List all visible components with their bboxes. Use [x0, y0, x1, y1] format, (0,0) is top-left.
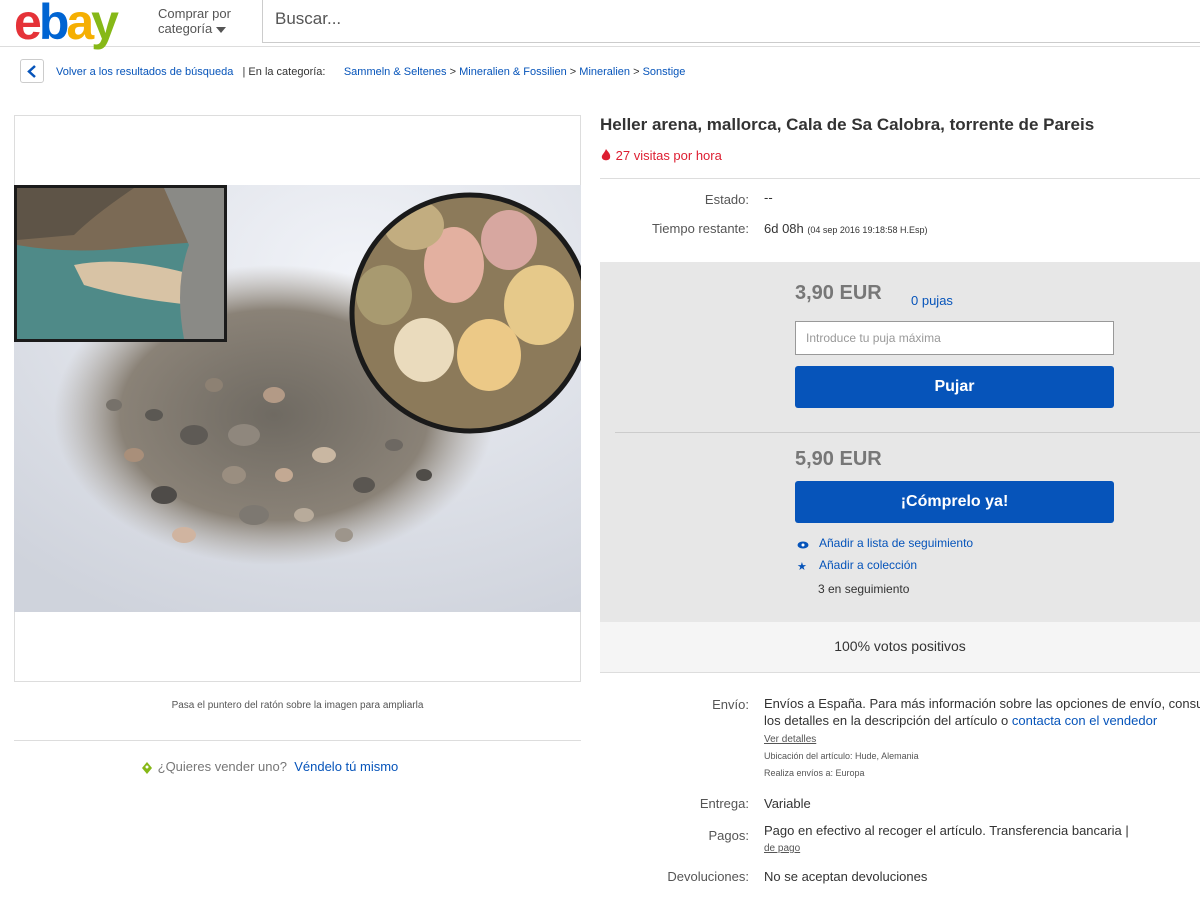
divider	[615, 432, 1200, 433]
flame-icon	[601, 149, 611, 161]
add-to-collection-link[interactable]: Añadir a colección	[819, 558, 917, 572]
views-text: 27 visitas por hora	[615, 148, 722, 163]
eye-icon	[797, 540, 809, 552]
shipping-line1: Envíos a España. Para más información so…	[764, 696, 1200, 711]
time-left-detail: (04 sep 2016 19:18:58 H.Esp)	[807, 225, 928, 235]
header: ebay Comprar por categoría Buscar...	[0, 0, 1200, 50]
breadcrumb-item-mineralien-fossilien[interactable]: Mineralien & Fossilien	[459, 66, 567, 78]
sell-one-row: ¿Quieres vender uno? Véndelo tú mismo	[140, 759, 398, 775]
back-to-results-link[interactable]: Volver a los resultados de búsqueda	[56, 66, 233, 78]
see-details-link[interactable]: Ver detalles	[764, 734, 816, 745]
search-input[interactable]: Buscar...	[262, 0, 1200, 43]
back-button[interactable]	[20, 59, 44, 83]
chevron-down-icon	[216, 26, 227, 33]
breadcrumb-separator: >	[633, 66, 640, 78]
ships-to: Realiza envíos a: Europa	[764, 768, 865, 778]
category-label-line1: Comprar por	[158, 6, 231, 21]
shipping-info: Envíos a España. Para más información so…	[764, 695, 1200, 782]
delivery-value: Variable	[764, 796, 811, 811]
payment-details-link[interactable]: de pago	[764, 843, 800, 854]
sell-it-yourself-link[interactable]: Véndelo tú mismo	[294, 759, 398, 774]
in-category-label: | En la categoría:	[242, 66, 326, 78]
condition-label: Estado:	[704, 192, 749, 207]
tag-icon	[142, 761, 152, 774]
breadcrumb-item-sonstige[interactable]: Sonstige	[643, 66, 686, 78]
search-placeholder: Buscar...	[275, 9, 342, 28]
breadcrumb-separator: >	[569, 66, 577, 78]
max-bid-input[interactable]: Introduce tu puja máxima	[795, 321, 1114, 355]
seller-feedback: 100% votos positivos	[600, 622, 1200, 673]
divider	[14, 740, 581, 741]
logo-letter-e: e	[14, 0, 42, 50]
time-left-value: 6d 08h (04 sep 2016 19:18:58 H.Esp)	[764, 221, 927, 236]
breadcrumb-separator: >	[449, 66, 457, 78]
payments-value: Pago en efectivo al recoger el artículo.…	[764, 823, 1129, 838]
divider	[600, 178, 1200, 179]
logo-letter-b: b	[38, 0, 69, 50]
hover-zoom-caption: Pasa el puntero del ratón sobre la image…	[171, 700, 424, 711]
buy-now-button[interactable]: ¡Cómprelo ya!	[795, 481, 1114, 523]
ebay-logo[interactable]: ebay	[14, 0, 119, 50]
add-to-watchlist-link[interactable]: Añadir a lista de seguimiento	[819, 536, 973, 550]
sell-question: ¿Quieres vender uno?	[157, 759, 287, 774]
current-bid-price: 3,90 EUR	[795, 282, 882, 304]
payments-label: Pagos:	[708, 828, 749, 843]
item-title: Heller arena, mallorca, Cala de Sa Calob…	[600, 115, 1095, 134]
watchers-count: 3 en seguimiento	[818, 582, 910, 596]
buy-now-price: 5,90 EUR	[795, 448, 882, 470]
time-left-label: Tiempo restante:	[651, 221, 749, 236]
shipping-label: Envío:	[712, 697, 749, 712]
bid-button[interactable]: Pujar	[795, 366, 1114, 408]
breadcrumb-item-mineralien[interactable]: Mineralien	[579, 66, 630, 78]
chevron-left-icon	[27, 65, 36, 78]
bid-placeholder: Introduce tu puja máxima	[806, 331, 941, 345]
logo-letter-y: y	[91, 0, 119, 50]
contact-seller-link[interactable]: contacta con el vendedor	[1012, 713, 1157, 728]
views-per-hour: 27 visitas por hora	[600, 148, 722, 163]
breadcrumb-item-sammeln[interactable]: Sammeln & Seltenes	[344, 66, 447, 78]
category-label-line2: categoría	[158, 21, 213, 36]
shipping-line2: los detalles en la descripción del artíc…	[764, 713, 1009, 728]
bid-count-link[interactable]: 0 pujas	[911, 293, 953, 308]
condition-value: --	[764, 190, 773, 205]
item-photo[interactable]	[14, 185, 581, 612]
time-left-short: 6d 08h	[764, 221, 804, 236]
logo-letter-a: a	[66, 0, 94, 50]
returns-label: Devoluciones:	[667, 869, 749, 884]
star-icon: ★	[797, 561, 807, 573]
item-location: Ubicación del artículo: Hude, Alemania	[764, 751, 919, 761]
shop-by-category-button[interactable]: Comprar por categoría	[158, 6, 231, 36]
delivery-label: Entrega:	[699, 796, 749, 811]
returns-value: No se aceptan devoluciones	[764, 869, 928, 884]
